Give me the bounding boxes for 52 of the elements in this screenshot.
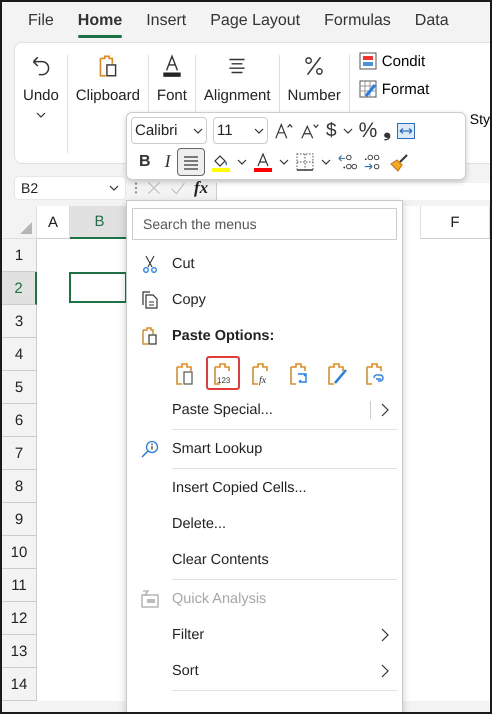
row-header[interactable]: 6 <box>2 404 37 437</box>
row-header[interactable]: 10 <box>2 536 37 569</box>
row-header[interactable]: 11 <box>2 569 37 602</box>
row-header[interactable]: 3 <box>2 305 37 338</box>
column-header[interactable]: F <box>420 206 490 239</box>
name-box[interactable]: B2 <box>14 176 126 200</box>
styles-command[interactable]: Sty <box>470 107 490 131</box>
row-header[interactable]: 4 <box>2 338 37 371</box>
menu-item[interactable]: Filter <box>132 617 397 653</box>
menu-item[interactable]: Delete... <box>132 506 397 542</box>
ribbon-group-button[interactable]: Number <box>279 43 349 104</box>
row-header[interactable]: 1 <box>2 239 37 272</box>
ribbon-group-button[interactable]: Undo <box>15 43 67 118</box>
font-size-dropdown[interactable]: 11 <box>213 117 268 144</box>
ribbon-tab[interactable]: Page Layout <box>198 6 312 38</box>
bold-button[interactable]: B <box>139 152 151 170</box>
ribbon-group-button[interactable]: Alignment <box>196 43 279 104</box>
ribbon-group-button[interactable]: Font <box>148 43 195 104</box>
menu-item[interactable]: Insert Copied Cells... <box>132 470 397 506</box>
styles-command[interactable]: Condit <box>356 49 490 73</box>
search-field[interactable]: Search the menus <box>132 208 397 240</box>
menu-item[interactable]: Sort <box>132 653 397 689</box>
ribbon-tab[interactable]: Insert <box>134 6 198 38</box>
ribbon-tab[interactable]: File <box>16 6 66 38</box>
ribbon-group-button[interactable]: Clipboard <box>68 43 148 104</box>
menu-item[interactable]: Paste Special... <box>132 392 397 428</box>
paste-options-heading: Paste Options: <box>172 328 274 344</box>
styles-command[interactable]: Format <box>356 77 490 101</box>
row-header[interactable]: 5 <box>2 371 37 404</box>
row-header[interactable]: 9 <box>2 503 37 536</box>
currency-button[interactable]: $ <box>326 120 337 142</box>
menu-item[interactable]: Smart Lookup <box>132 431 397 467</box>
comma-style-button[interactable]: ❟ <box>383 120 390 142</box>
insert-function-button[interactable]: fx <box>194 178 208 198</box>
font-dropdown[interactable]: Calibri <box>131 117 207 144</box>
paste-option-button[interactable]: fx <box>244 356 278 390</box>
row-header[interactable]: 2 <box>2 272 37 305</box>
paste-option-button[interactable]: 123 <box>206 356 240 390</box>
ribbon-tab[interactable]: Data <box>402 6 461 38</box>
menu-item[interactable]: Clear Contents <box>132 542 397 578</box>
row-header[interactable]: 8 <box>2 470 37 503</box>
ribbon-tab[interactable]: Home <box>66 6 134 38</box>
menu-item[interactable]: Cut <box>132 246 397 282</box>
column-header[interactable]: A <box>37 206 70 239</box>
row-header[interactable]: 14 <box>2 668 37 701</box>
row-header[interactable]: 7 <box>2 437 37 470</box>
row-header[interactable]: 13 <box>2 635 37 668</box>
row-header[interactable]: 12 <box>2 602 37 635</box>
italic-button[interactable]: I <box>164 151 171 172</box>
ribbon-tab[interactable]: Formulas <box>312 6 403 38</box>
percent-button[interactable]: % <box>358 118 378 142</box>
menu-item[interactable]: Copy <box>132 282 397 318</box>
